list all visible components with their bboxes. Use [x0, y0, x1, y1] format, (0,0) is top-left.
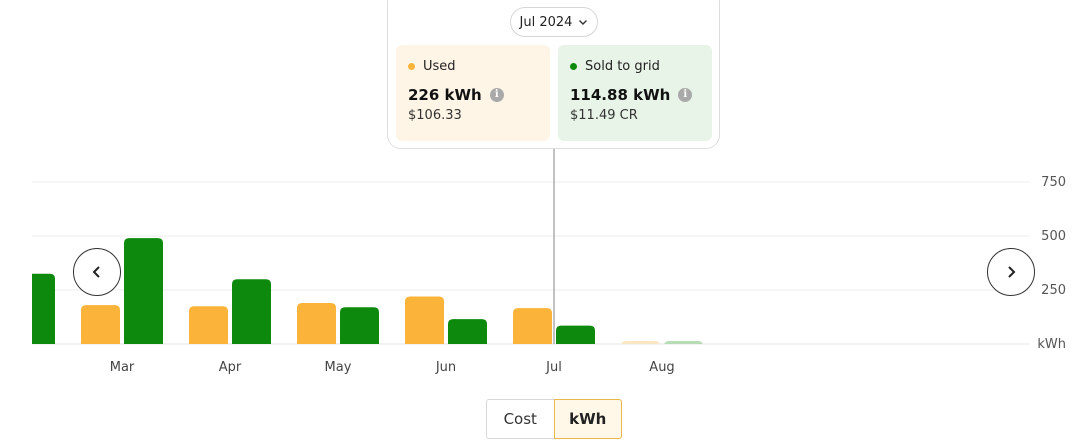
used-bar[interactable]	[405, 296, 444, 344]
used-bar[interactable]	[513, 308, 552, 344]
sold-bar[interactable]	[232, 279, 271, 344]
sold-credit: $11.49 CR	[570, 108, 638, 123]
previous-button[interactable]	[73, 248, 121, 296]
used-bar[interactable]	[81, 305, 120, 344]
sold-bar[interactable]	[664, 341, 703, 346]
used-value: 226 kWh	[408, 86, 482, 104]
chevron-left-icon	[92, 266, 100, 278]
sold-value: 114.88 kWh	[570, 86, 671, 104]
month-tooltip: Jul 2024 Used 226 kWh i $106.33 Sold to …	[387, 0, 720, 149]
info-icon[interactable]: i	[678, 88, 693, 102]
kwh-toggle-button[interactable]: kWh	[553, 399, 622, 439]
y-tick-label: 500	[1041, 229, 1066, 244]
cost-toggle-button[interactable]: Cost	[486, 399, 554, 439]
sold-bar[interactable]	[448, 319, 487, 344]
y-tick-label: 250	[1041, 283, 1066, 298]
chevron-down-icon	[579, 20, 588, 25]
sold-bar[interactable]	[556, 325, 595, 344]
sold-label: Sold to grid	[585, 59, 660, 74]
x-tick-label: Jun	[435, 360, 456, 375]
y-unit-label: kWh	[1037, 337, 1066, 352]
bars-group	[16, 238, 703, 346]
x-tick-label: Jul	[545, 360, 562, 375]
x-tick-label: Apr	[219, 360, 242, 375]
y-tick-label: 750	[1041, 175, 1066, 190]
used-bar[interactable]	[189, 306, 228, 344]
sold-tile: Sold to grid 114.88 kWh i $11.49 CR	[558, 45, 712, 141]
chevron-right-icon	[1008, 266, 1016, 278]
used-label: Used	[423, 59, 456, 74]
month-select-label: Jul 2024	[519, 14, 573, 30]
info-icon[interactable]: i	[489, 88, 504, 102]
x-tick-label: Mar	[110, 360, 135, 375]
x-tick-label: Aug	[649, 360, 674, 375]
used-dot-icon	[408, 63, 415, 70]
sold-dot-icon	[570, 63, 577, 70]
sold-bar[interactable]	[16, 273, 55, 344]
sold-bar[interactable]	[124, 238, 163, 344]
used-tile: Used 226 kWh i $106.33	[396, 45, 550, 141]
month-select[interactable]: Jul 2024	[510, 7, 598, 37]
x-tick-label: May	[325, 360, 352, 375]
unit-toggle: Cost kWh	[486, 399, 622, 439]
sold-bar[interactable]	[340, 307, 379, 344]
used-bar[interactable]	[297, 302, 336, 344]
used-cost: $106.33	[408, 108, 462, 123]
next-button[interactable]	[987, 248, 1035, 296]
used-bar[interactable]	[621, 341, 660, 346]
